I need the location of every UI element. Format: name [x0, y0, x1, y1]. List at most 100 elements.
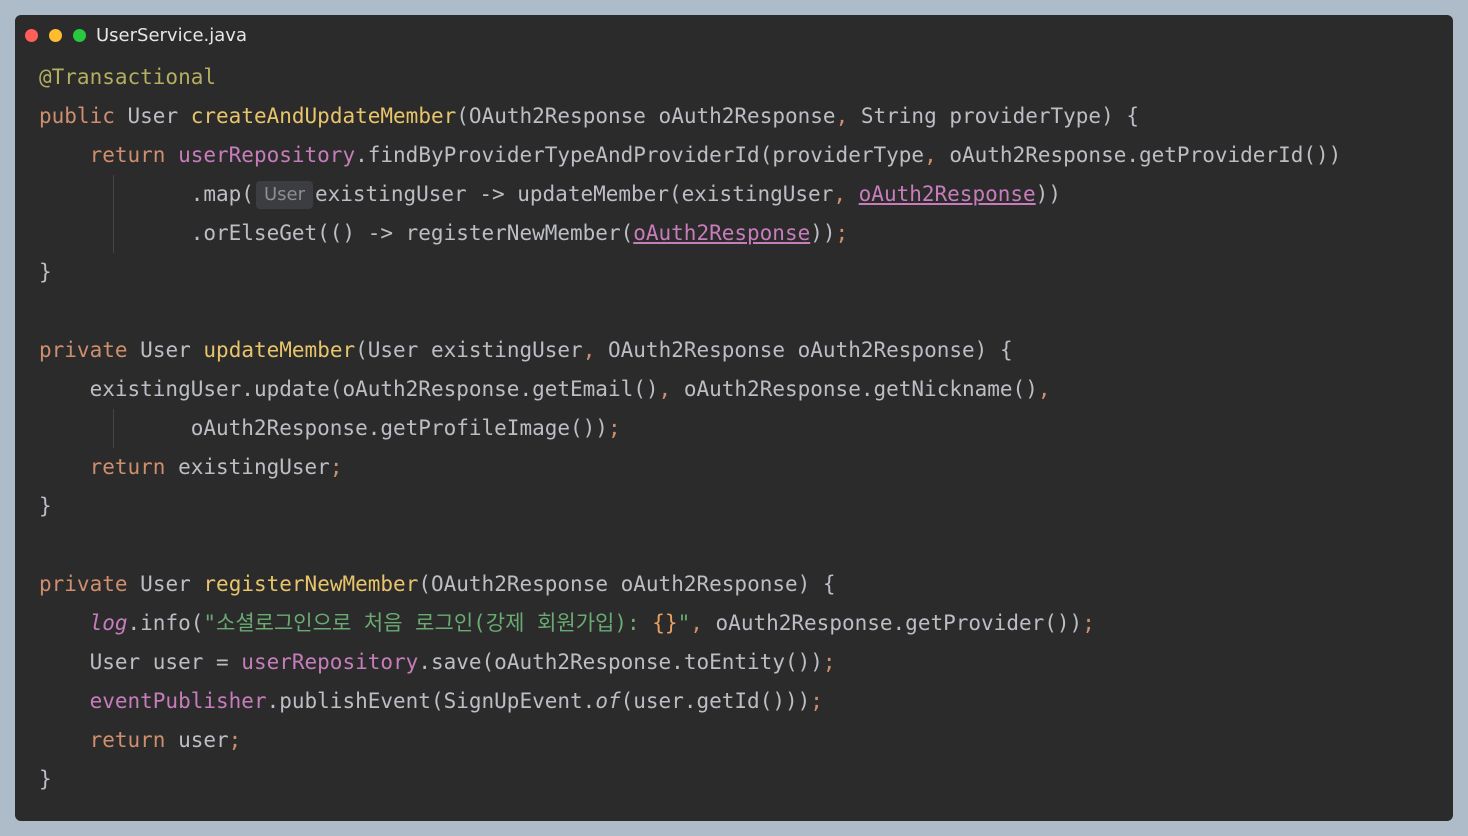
text [165, 143, 178, 167]
text: existingUser [165, 455, 330, 479]
captured-param: oAuth2Response [858, 182, 1036, 206]
text [178, 104, 191, 128]
type: User [127, 104, 179, 128]
indent-guide [113, 409, 114, 448]
semicolon: ; [822, 650, 836, 674]
params: (OAuth2Response oAuth2Response) { [418, 572, 836, 596]
comma: , [582, 338, 596, 362]
semicolon: ; [329, 455, 343, 479]
keyword: public [39, 104, 115, 128]
call: oAuth2Response.getProviderId()) [936, 143, 1342, 167]
text [128, 338, 141, 362]
file-name: UserService.java [96, 25, 247, 46]
code-line: private User registerNewMember(OAuth2Res… [39, 565, 1453, 604]
comma: , [658, 377, 672, 401]
semicolon: ; [228, 728, 242, 752]
keyword: return [89, 455, 166, 479]
keyword: private [39, 338, 128, 362]
code-line: existingUser.update(oAuth2Response.getEm… [39, 370, 1453, 409]
code-line: return existingUser; [39, 448, 1453, 487]
format-placeholder: {} [652, 611, 678, 635]
static-field: log [89, 611, 128, 635]
call: .publishEvent(SignUpEvent. [266, 689, 596, 713]
call: .save(oAuth2Response.toEntity()) [418, 650, 823, 674]
semicolon: ; [607, 416, 621, 440]
comma: , [833, 182, 846, 206]
close-button[interactable] [25, 29, 38, 42]
keyword: return [89, 728, 166, 752]
code-line: } [39, 487, 1453, 526]
call: .findByProviderTypeAndProviderId(provide… [355, 143, 925, 167]
inlay-type-hint: User [255, 181, 313, 209]
method-name: registerNewMember [203, 572, 419, 596]
brace: } [39, 494, 52, 518]
keyword: private [39, 572, 128, 596]
lambda: existingUser -> updateMember(existingUse… [314, 182, 834, 206]
text [128, 572, 141, 596]
code-line: public User createAndUpdateMember(OAuth2… [39, 97, 1453, 136]
code-line: @Transactional [39, 58, 1453, 97]
comma: , [1037, 377, 1051, 401]
text [846, 182, 859, 206]
code-editor[interactable]: @Transactional public User createAndUpda… [39, 58, 1453, 799]
code-line: return user; [39, 721, 1453, 760]
code-line: private User updateMember(User existingU… [39, 331, 1453, 370]
title-bar: UserService.java [15, 15, 1453, 55]
brace: } [39, 767, 52, 791]
type: User [140, 338, 191, 362]
indent-guide [113, 214, 114, 253]
captured-param: oAuth2Response [633, 221, 811, 245]
call: oAuth2Response.getProfileImage()) [190, 416, 608, 440]
zoom-button[interactable] [73, 29, 86, 42]
call: existingUser.update(oAuth2Response.getEm… [89, 377, 659, 401]
code-line: } [39, 760, 1453, 799]
keyword: return [89, 143, 166, 167]
call: .info( [127, 611, 204, 635]
comma: , [924, 143, 937, 167]
code-line: eventPublisher.publishEvent(SignUpEvent.… [39, 682, 1453, 721]
call: oAuth2Response.getProvider()) [702, 611, 1083, 635]
close-paren: )) [810, 221, 836, 245]
field-ref: userRepository [178, 143, 356, 167]
string-literal: " [677, 611, 691, 635]
params: (User existingUser [355, 338, 583, 362]
type: User [140, 572, 191, 596]
code-line: User user = userRepository.save(oAuth2Re… [39, 643, 1453, 682]
comma: , [690, 611, 703, 635]
string-literal: "소셜로그인으로 처음 로그인(강제 회원가입): [203, 611, 653, 635]
text [191, 338, 204, 362]
call: (user.getId())) [620, 689, 811, 713]
call: .orElseGet(() -> registerNewMember( [190, 221, 634, 245]
comma: , [835, 104, 849, 128]
method-name: createAndUpdateMember [190, 104, 457, 128]
params: (OAuth2Response oAuth2Response [456, 104, 836, 128]
code-line: return userRepository.findByProviderType… [39, 136, 1453, 175]
semicolon: ; [810, 689, 823, 713]
semicolon: ; [835, 221, 849, 245]
indent-guide [113, 175, 114, 214]
code-line: .orElseGet(() -> registerNewMember(oAuth… [39, 214, 1453, 253]
code-line: oAuth2Response.getProfileImage()); [39, 409, 1453, 448]
semicolon: ; [1082, 611, 1095, 635]
field-ref: eventPublisher [89, 689, 267, 713]
field-ref: userRepository [241, 650, 419, 674]
code-line: } [39, 253, 1453, 292]
params: String providerType) { [848, 104, 1140, 128]
minimize-button[interactable] [49, 29, 62, 42]
text [115, 104, 128, 128]
annotation: @Transactional [39, 65, 217, 89]
code-window: UserService.java @Transactional public U… [15, 15, 1453, 821]
code-line: log.info("소셜로그인으로 처음 로그인(강제 회원가입): {}", … [39, 604, 1453, 643]
code-line: .map(User existingUser -> updateMember(ex… [39, 175, 1453, 214]
